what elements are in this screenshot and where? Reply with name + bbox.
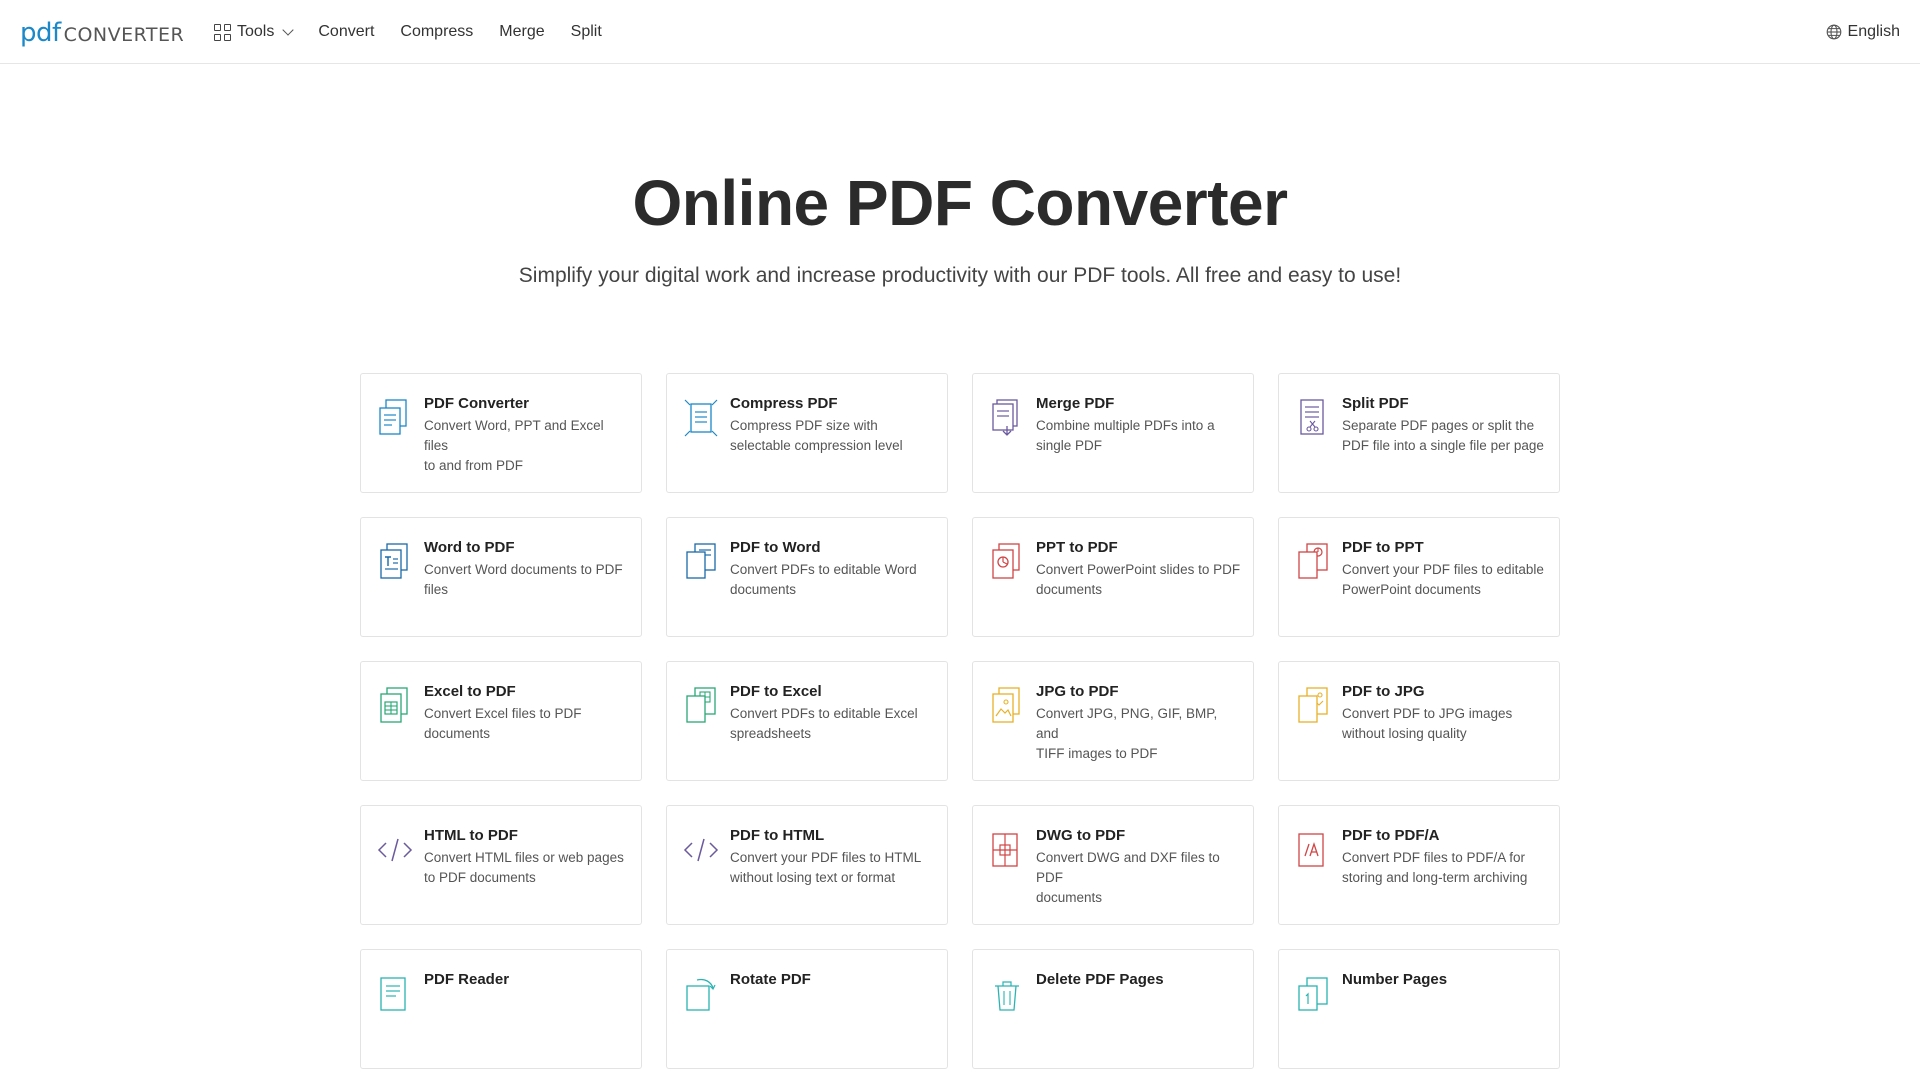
- tool-card-jpg-to-pdf[interactable]: JPG to PDF Convert JPG, PNG, GIF, BMP, a…: [972, 661, 1254, 781]
- word-icon: [380, 543, 408, 579]
- tool-title: Delete PDF Pages: [1036, 971, 1164, 988]
- tool-card-pdf-to-html[interactable]: PDF to HTML Convert your PDF files to HT…: [666, 805, 948, 925]
- tool-description: [1342, 992, 1547, 1012]
- tool-description: Convert PDF files to PDF/A for storing an…: [1342, 850, 1528, 885]
- tool-description: Separate PDF pages or split the PDF file …: [1342, 418, 1544, 453]
- dwg-icon: [992, 833, 1018, 867]
- split-icon: [1300, 399, 1324, 435]
- tool-description: Convert your PDF files to HTML without lo…: [730, 850, 922, 885]
- nav-tools-menu[interactable]: Tools: [214, 23, 295, 41]
- nav-convert-link[interactable]: Convert: [318, 23, 374, 41]
- ppt-doc-icon: [1298, 543, 1328, 579]
- tool-description: Compress PDF size with selectable compres…: [730, 418, 903, 453]
- tool-card-excel-to-pdf[interactable]: Excel to PDF Convert Excel files to PDF d…: [360, 661, 642, 781]
- rotate-icon: [686, 978, 716, 1011]
- tool-card-delete-pdf-pages[interactable]: Delete PDF Pages: [972, 949, 1254, 1069]
- tool-title: Merge PDF: [1036, 395, 1115, 412]
- logo-pdf-text: pdf: [20, 18, 61, 48]
- language-label: English: [1847, 23, 1900, 40]
- excel-icon: [380, 687, 408, 723]
- tool-description: Convert JPG, PNG, GIF, BMP, and TIFF imag…: [1036, 706, 1218, 761]
- pdfa-icon: [1298, 833, 1324, 867]
- tool-description: Convert DWG and DXF files to PDF document…: [1036, 850, 1220, 905]
- compress-icon: [684, 399, 718, 437]
- trash-icon: [995, 981, 1019, 1011]
- code-icon: [377, 838, 413, 862]
- tool-description: Convert HTML files or web pages to PDF do…: [424, 850, 624, 885]
- language-selector[interactable]: English: [1826, 0, 1900, 64]
- tool-card-word-to-pdf[interactable]: Word to PDF Convert Word documents to PD…: [360, 517, 642, 637]
- tool-title: Split PDF: [1342, 395, 1409, 412]
- nav-split-link[interactable]: Split: [571, 23, 602, 41]
- word-doc-icon: [686, 543, 716, 579]
- tool-title: Rotate PDF: [730, 971, 811, 988]
- tool-description: [1036, 992, 1241, 1012]
- tool-card-pdf-reader[interactable]: PDF Reader: [360, 949, 642, 1069]
- nav-merge-link[interactable]: Merge: [499, 23, 544, 41]
- code-icon: [683, 838, 719, 862]
- tool-card-pdf-to-jpg[interactable]: PDF to JPG Convert PDF to JPG images with…: [1278, 661, 1560, 781]
- tool-card-number-pages[interactable]: Number Pages: [1278, 949, 1560, 1069]
- tool-description: [424, 992, 629, 1012]
- tool-description: Convert Word, PPT and Excel files to and …: [424, 418, 604, 473]
- tool-card-html-to-pdf[interactable]: HTML to PDF Convert HTML files or web pa…: [360, 805, 642, 925]
- chevron-down-icon: [282, 24, 295, 36]
- logo-converter-text: CONVERTER: [63, 24, 185, 46]
- tool-title: PDF to PPT: [1342, 539, 1424, 556]
- tool-card-merge-pdf[interactable]: Merge PDF Combine multiple PDFs into a si…: [972, 373, 1254, 493]
- number-pages-icon: [1298, 977, 1328, 1011]
- tool-description: Convert Word documents to PDF files: [424, 562, 623, 597]
- image-doc-icon: [1298, 687, 1328, 723]
- tool-title: DWG to PDF: [1036, 827, 1126, 844]
- tool-title: HTML to PDF: [424, 827, 518, 844]
- merge-icon: [992, 399, 1018, 436]
- page-subtitle: Simplify your digital work and increase …: [518, 264, 1402, 287]
- tool-description: Convert PDF to JPG images without losing …: [1342, 706, 1513, 741]
- nav-tools-label: Tools: [237, 23, 275, 40]
- tool-description: Convert your PDF files to editable PowerP…: [1342, 562, 1544, 597]
- main-nav: Tools Convert Compress Merge Split: [214, 0, 602, 64]
- tool-title: PDF to Excel: [730, 683, 822, 700]
- tool-title: PDF to PDF/A: [1342, 827, 1440, 844]
- tool-card-compress-pdf[interactable]: Compress PDF Compress PDF size with selec…: [666, 373, 948, 493]
- tool-card-pdf-converter[interactable]: PDF Converter Convert Word, PPT and Exce…: [360, 373, 642, 493]
- tool-description: Convert PowerPoint slides to PDF document…: [1036, 562, 1241, 597]
- tool-card-rotate-pdf[interactable]: Rotate PDF: [666, 949, 948, 1069]
- pdf-converter-icon: [379, 399, 407, 435]
- grid-icon: [214, 23, 231, 41]
- tool-description: Convert Excel files to PDF documents: [424, 706, 582, 741]
- tool-title: PDF to JPG: [1342, 683, 1425, 700]
- reader-icon: [380, 977, 406, 1011]
- nav-compress-link[interactable]: Compress: [400, 23, 473, 41]
- page-title: Online PDF Converter: [632, 167, 1289, 239]
- tool-title: Word to PDF: [424, 539, 515, 556]
- tool-card-pdf-to-ppt[interactable]: PDF to PPT Convert your PDF files to edi…: [1278, 517, 1560, 637]
- tool-title: PDF to HTML: [730, 827, 825, 844]
- tool-description: Combine multiple PDFs into a single PDF: [1036, 418, 1215, 453]
- tool-title: JPG to PDF: [1036, 683, 1119, 700]
- tool-card-pdf-to-pdfa[interactable]: PDF to PDF/A Convert PDF files to PDF/A …: [1278, 805, 1560, 925]
- tool-description: [730, 992, 935, 1012]
- tool-card-pdf-to-word[interactable]: PDF to Word Convert PDFs to editable Wor…: [666, 517, 948, 637]
- tool-card-dwg-to-pdf[interactable]: DWG to PDF Convert DWG and DXF files to …: [972, 805, 1254, 925]
- tool-title: PDF to Word: [730, 539, 821, 556]
- tool-title: PDF Reader: [424, 971, 510, 988]
- globe-icon: [1826, 24, 1841, 40]
- image-icon: [992, 687, 1020, 723]
- tool-description: Convert PDFs to editable Excel spreadshee…: [730, 706, 918, 741]
- tool-title: Excel to PDF: [424, 683, 516, 700]
- logo[interactable]: pdf CONVERTER: [20, 18, 185, 48]
- top-navigation-bar: pdf CONVERTER Tools Convert Compress Mer…: [0, 0, 1920, 64]
- tools-grid: PDF Converter Convert Word, PPT and Exce…: [360, 373, 1560, 1069]
- tool-title: Compress PDF: [730, 395, 838, 412]
- tool-title: PPT to PDF: [1036, 539, 1118, 556]
- tool-card-ppt-to-pdf[interactable]: PPT to PDF Convert PowerPoint slides to …: [972, 517, 1254, 637]
- tool-card-split-pdf[interactable]: Split PDF Separate PDF pages or split th…: [1278, 373, 1560, 493]
- tool-card-pdf-to-excel[interactable]: PDF to Excel Convert PDFs to editable Ex…: [666, 661, 948, 781]
- tool-title: Number Pages: [1342, 971, 1448, 988]
- tool-title: PDF Converter: [424, 395, 530, 412]
- excel-doc-icon: [686, 687, 716, 723]
- tool-description: Convert PDFs to editable Word documents: [730, 562, 917, 597]
- ppt-icon: [992, 543, 1020, 579]
